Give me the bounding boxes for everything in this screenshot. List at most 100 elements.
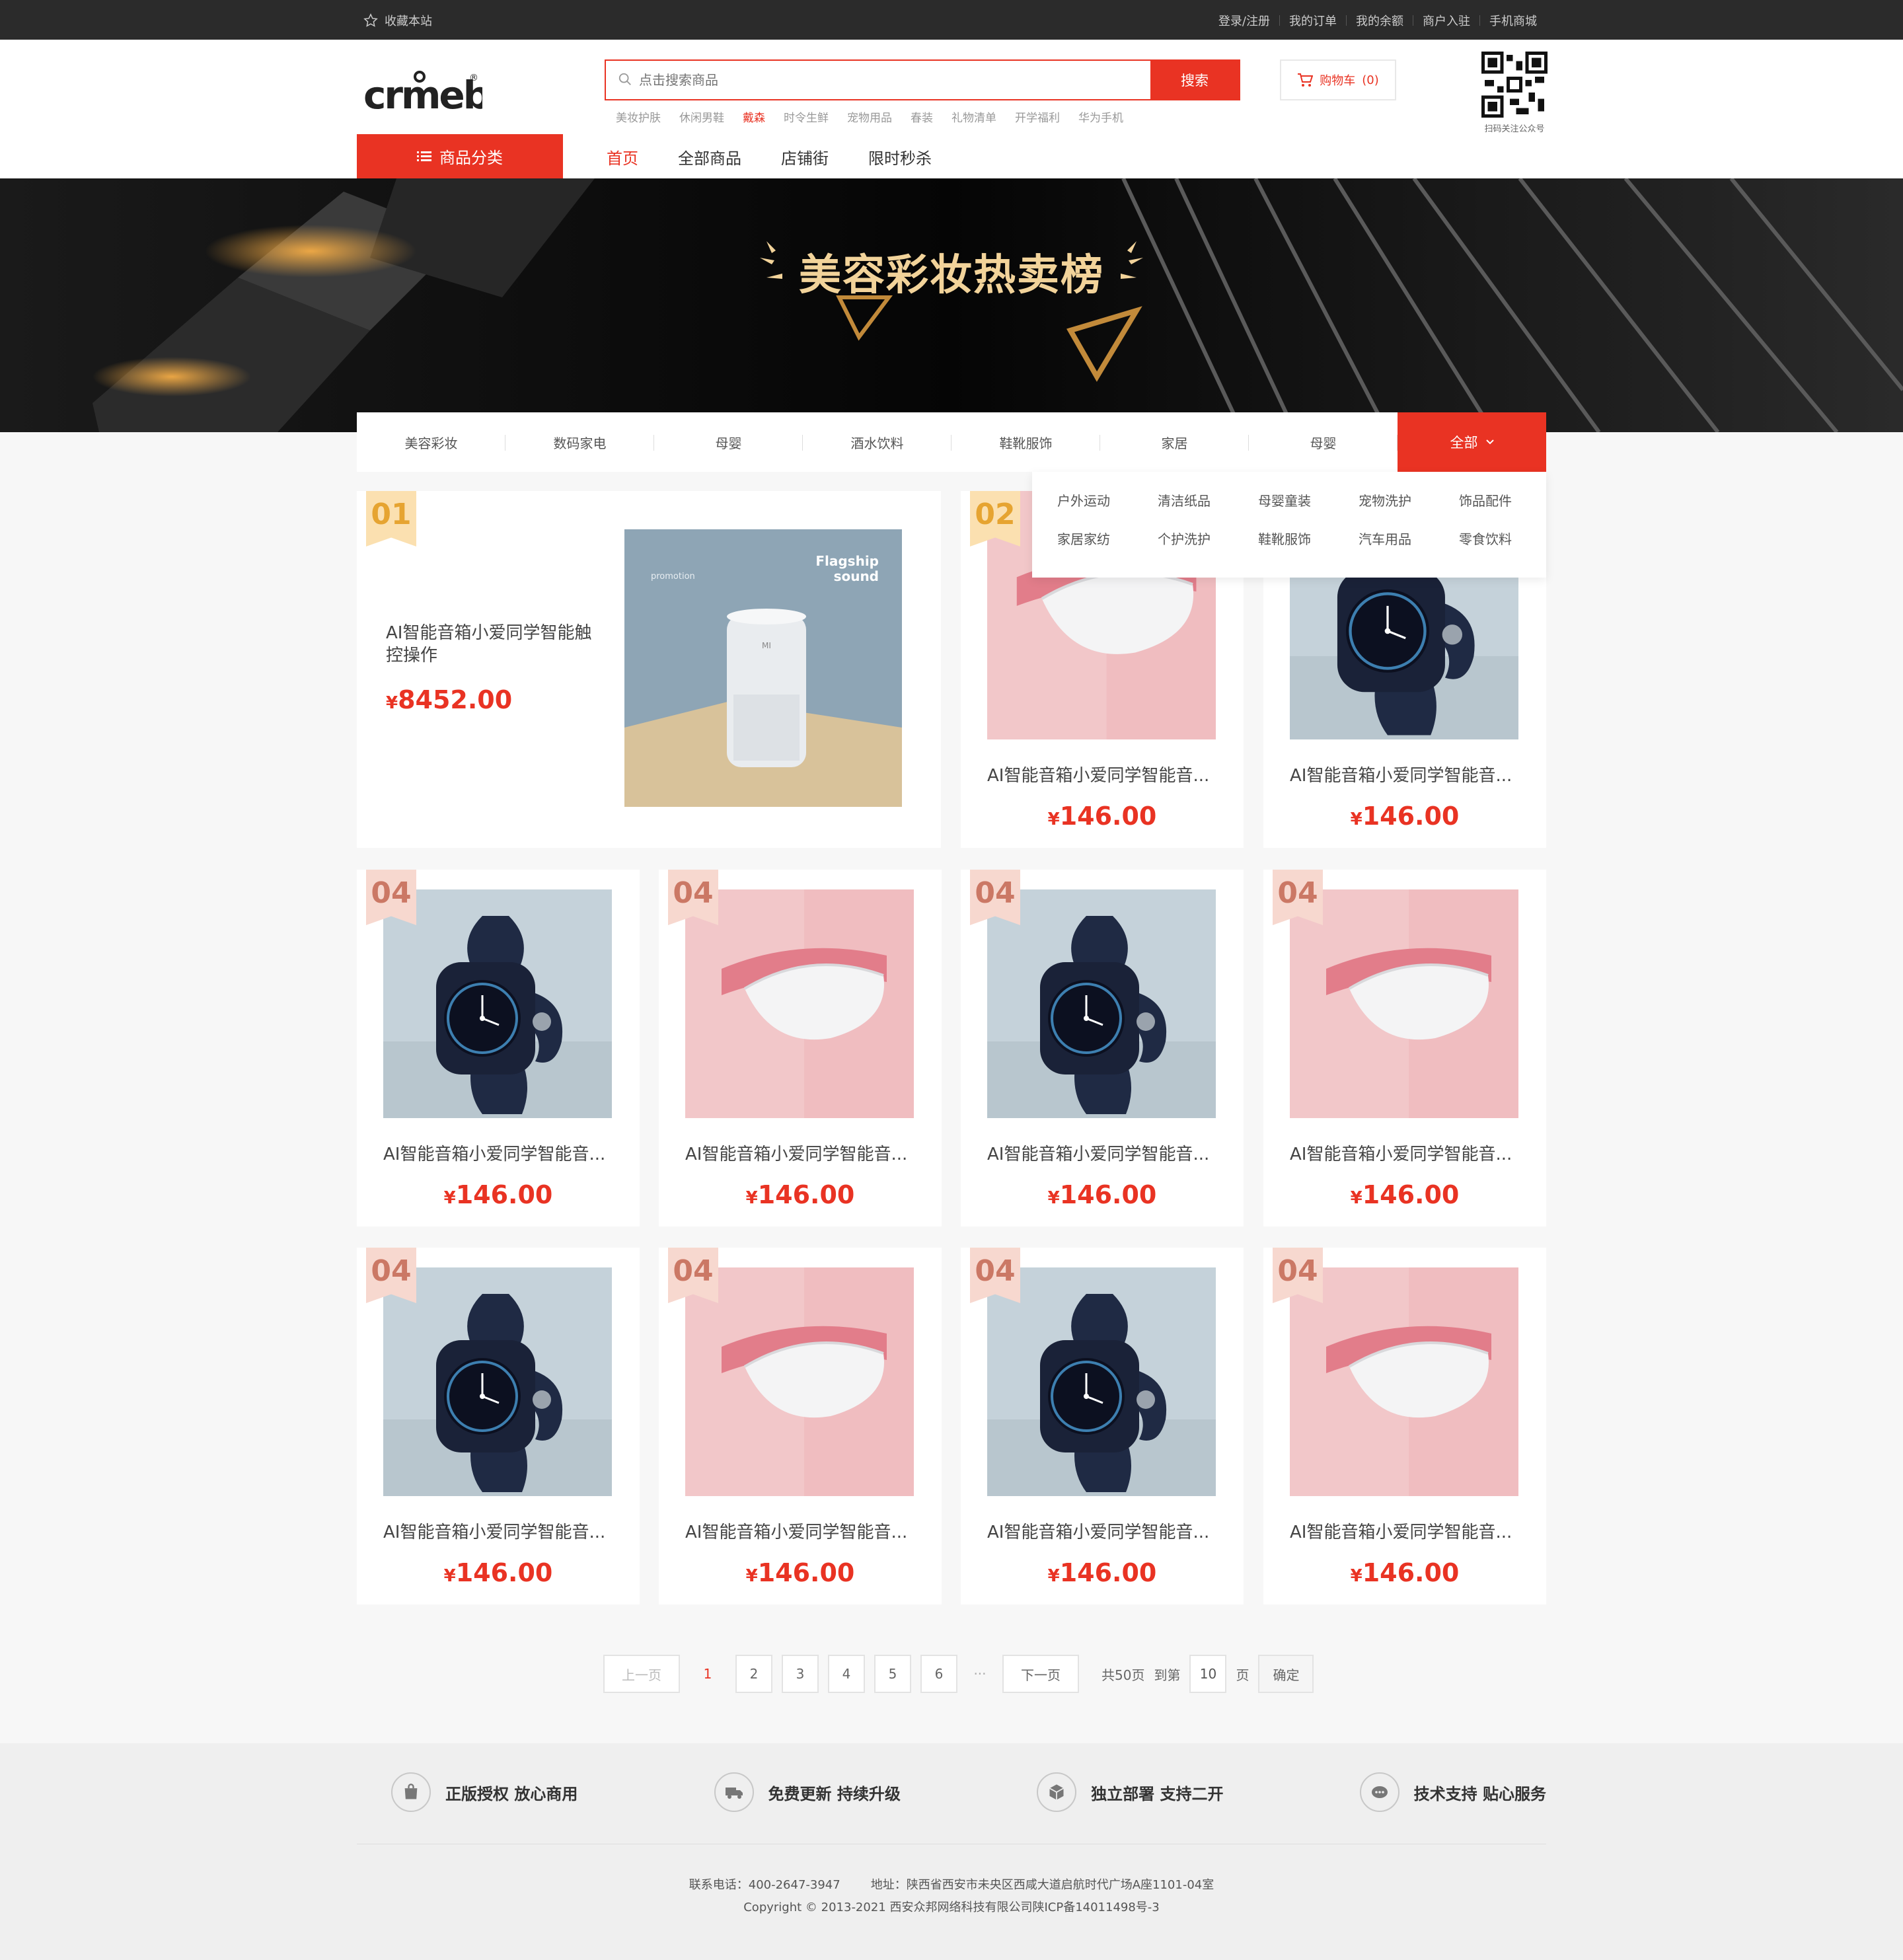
banner-title: 美容彩妆热卖榜 [799, 251, 1104, 300]
product-price: ¥146.00 [659, 1558, 942, 1587]
crmeb-logo[interactable]: crmeb ® [363, 66, 482, 119]
product-title: AI智能音箱小爱同学智能音... [1290, 766, 1512, 786]
product-card[interactable]: 04 AI智能音箱小爱同学智能音... ¥146.00 [1263, 870, 1546, 1226]
footer-address: 地址：陕西省西安市未央区西咸大道启航时代广场A座1101-04室 [870, 1878, 1214, 1892]
current-page: 1 [703, 1666, 712, 1682]
nav-shop-street[interactable]: 店铺街 [781, 145, 829, 169]
box-icon [1037, 1772, 1077, 1812]
product-card[interactable]: 04 AI智能音箱小爱同学智能音... ¥146.00 [961, 870, 1244, 1226]
favorite-link[interactable]: 收藏本站 [363, 12, 432, 29]
mobile-link[interactable]: 手机商城 [1480, 12, 1546, 29]
mi-text: MI [762, 641, 771, 650]
price-value: 146.00 [1059, 1558, 1157, 1587]
dropdown-item[interactable]: 鞋靴服饰 [1253, 529, 1353, 567]
dropdown-item[interactable]: 宠物洗护 [1353, 490, 1454, 529]
page-button[interactable]: 2 [735, 1655, 772, 1693]
smartwatch-image [987, 1267, 1216, 1496]
qr-code-block: 扫码关注公众号 [1475, 52, 1554, 134]
feature-label: 正版授权 放心商用 [445, 1784, 578, 1803]
search-input[interactable] [606, 61, 1150, 99]
qr-caption: 扫码关注公众号 [1484, 124, 1545, 134]
category-tab[interactable]: 母婴 [1249, 412, 1398, 472]
nav-flash-sale[interactable]: 限时秒杀 [868, 145, 932, 169]
category-tab[interactable]: 数码家电 [505, 412, 654, 472]
dropdown-item[interactable]: 户外运动 [1052, 490, 1152, 529]
next-page-button[interactable]: 下一页 [1002, 1655, 1079, 1693]
prev-page-button[interactable]: 上一页 [603, 1655, 680, 1693]
category-tab[interactable]: 鞋靴服饰 [952, 412, 1100, 472]
eye-massager-image [1290, 1267, 1518, 1496]
product-card[interactable]: 04 AI智能音箱小爱同学智能音... ¥146.00 [961, 1248, 1244, 1604]
search-button[interactable]: 搜索 [1150, 61, 1239, 99]
product-price: ¥146.00 [961, 802, 1244, 831]
product-card[interactable]: 04 AI智能音箱小爱同学智能音... ¥146.00 [659, 870, 942, 1226]
dropdown-item[interactable]: 母婴童装 [1253, 490, 1353, 529]
hot-word[interactable]: 休闲男鞋 [679, 108, 724, 125]
login-link[interactable]: 登录/注册 [1209, 12, 1279, 29]
hot-word[interactable]: 春装 [911, 108, 933, 125]
product-card[interactable]: 04 AI智能音箱小爱同学智能音... ¥146.00 [1263, 1248, 1546, 1604]
category-all-label: 全部 [1450, 435, 1478, 451]
hot-word[interactable]: 礼物清单 [952, 108, 996, 125]
hot-word[interactable]: 宠物用品 [847, 108, 892, 125]
hot-word[interactable]: 开学福利 [1015, 108, 1060, 125]
goto-confirm-button[interactable]: 确定 [1258, 1655, 1314, 1693]
goto-page-input[interactable] [1189, 1655, 1227, 1693]
orders-link[interactable]: 我的订单 [1280, 12, 1346, 29]
footer-phone: 联系电话：400-2647-3947 [689, 1878, 840, 1892]
merchant-link[interactable]: 商户入驻 [1413, 12, 1479, 29]
cart-count: (0) [1362, 73, 1379, 87]
currency-symbol: ¥ [386, 693, 398, 713]
sound-text: sound [834, 568, 879, 584]
product-card[interactable]: 04 AI智能音箱小爱同学智能音... ¥146.00 [659, 1248, 942, 1604]
price-value: 146.00 [757, 1180, 855, 1209]
header: crmeb ® 搜索 美妆护肤 休闲男鞋 戴森 时令生鲜 宠物用品 春装 礼物清… [0, 40, 1903, 178]
cart-button[interactable]: 购物车 (0) [1280, 59, 1396, 100]
dropdown-item[interactable]: 饰品配件 [1454, 490, 1554, 529]
category-tab[interactable]: 家居 [1100, 412, 1249, 472]
page-button[interactable]: 6 [920, 1655, 957, 1693]
rank-badge: 01 [366, 491, 416, 547]
dropdown-item[interactable]: 零食饮料 [1454, 529, 1554, 567]
category-tab[interactable]: 母婴 [654, 412, 803, 472]
smartwatch-image [987, 889, 1216, 1118]
star-icon [363, 13, 378, 27]
dropdown-item[interactable]: 家居家纺 [1052, 529, 1152, 567]
product-card[interactable]: 04 AI智能音箱小爱同学智能音... ¥146.00 [357, 1248, 640, 1604]
currency-symbol: ¥ [1047, 810, 1060, 829]
total-pages: 共50页 [1101, 1667, 1145, 1683]
featured-price: ¥8452.00 [386, 685, 512, 714]
nav-home[interactable]: 首页 [607, 145, 638, 169]
hot-word[interactable]: 华为手机 [1078, 108, 1123, 125]
featured-product-card[interactable]: 01 AI智能音箱小爱同学智能触控操作 ¥8452.00 promotion F… [357, 491, 941, 848]
price-value: 146.00 [455, 1558, 553, 1587]
feature-item: 技术支持 贴心服务 [1359, 1772, 1546, 1812]
currency-symbol: ¥ [1350, 1188, 1362, 1208]
page-button[interactable]: 4 [828, 1655, 865, 1693]
page-button[interactable]: 3 [782, 1655, 819, 1693]
category-menu-button[interactable]: 商品分类 [357, 134, 563, 178]
hot-word-active[interactable]: 戴森 [743, 108, 765, 125]
product-card[interactable]: 04 AI智能音箱小爱同学智能音... ¥146.00 [357, 870, 640, 1226]
dropdown-item[interactable]: 汽车用品 [1353, 529, 1454, 567]
feature-item: 正版授权 放心商用 [391, 1772, 578, 1812]
price-value: 146.00 [1362, 1180, 1460, 1209]
page-button[interactable]: 5 [874, 1655, 911, 1693]
nav-all-products[interactable]: 全部商品 [678, 145, 741, 169]
category-all-dropdown[interactable]: 全部 [1398, 412, 1546, 472]
product-price: ¥146.00 [659, 1180, 942, 1209]
dropdown-item[interactable]: 清洁纸品 [1152, 490, 1253, 529]
product-title: AI智能音箱小爱同学智能音... [685, 1523, 908, 1542]
price-value: 146.00 [455, 1180, 553, 1209]
category-tab[interactable]: 酒水饮料 [803, 412, 952, 472]
truck-icon [714, 1772, 754, 1812]
hot-word[interactable]: 时令生鲜 [784, 108, 829, 125]
currency-symbol: ¥ [1047, 1188, 1060, 1208]
balance-link[interactable]: 我的余额 [1347, 12, 1413, 29]
hot-word[interactable]: 美妆护肤 [616, 108, 661, 125]
category-tab[interactable]: 美容彩妆 [357, 412, 505, 472]
price-value: 146.00 [1059, 1180, 1157, 1209]
list-icon [417, 151, 431, 161]
dropdown-item[interactable]: 个护洗护 [1152, 529, 1253, 567]
feature-item: 免费更新 持续升级 [714, 1772, 901, 1812]
